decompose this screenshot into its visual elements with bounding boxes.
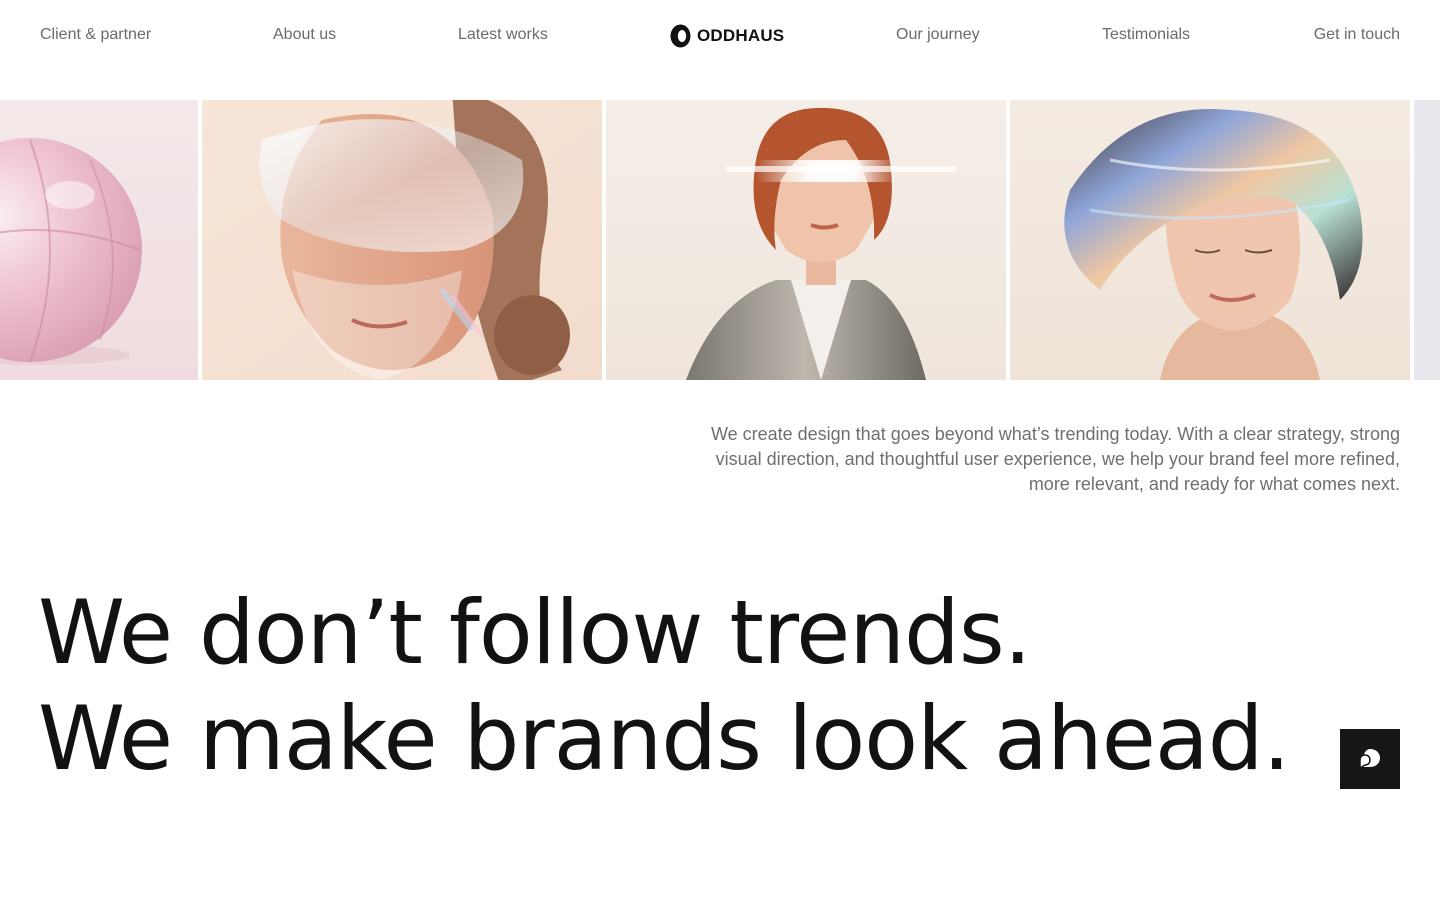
nav-link-testimonials[interactable]: Testimonials — [1102, 25, 1190, 45]
oddhaus-logo-icon — [670, 24, 691, 48]
chat-button[interactable] — [1340, 729, 1400, 789]
nav-link-client-partner[interactable]: Client & partner — [40, 25, 151, 45]
intro-paragraph: We create design that goes beyond what’s… — [710, 424, 1400, 494]
brand-name: ODDHAUS — [697, 26, 785, 45]
hero-headline-line-2: We make brands look ahead. — [38, 687, 1291, 790]
hero-headline: We don’t follow trends. We make brands l… — [38, 580, 1291, 792]
gallery-image-sphere[interactable] — [0, 100, 198, 380]
nav-link-about-us[interactable]: About us — [273, 25, 336, 45]
hero-headline-line-1: We don’t follow trends. — [38, 581, 1032, 684]
nav-link-our-journey[interactable]: Our journey — [896, 25, 980, 45]
nav-link-latest-works[interactable]: Latest works — [458, 25, 548, 45]
gallery-image-holographic-hair[interactable] — [1010, 100, 1410, 380]
brand-logo[interactable]: ODDHAUS — [670, 23, 784, 49]
gallery-image-glass-mask[interactable] — [202, 100, 602, 380]
image-gallery-strip — [0, 100, 1440, 380]
gallery-image-partial[interactable] — [1414, 100, 1440, 380]
top-navigation: Client & partner About us Latest works O… — [0, 0, 1440, 70]
gallery-image-light-streak[interactable] — [606, 100, 1006, 380]
nav-link-get-in-touch[interactable]: Get in touch — [1314, 25, 1400, 45]
chat-bubble-icon — [1359, 749, 1380, 770]
